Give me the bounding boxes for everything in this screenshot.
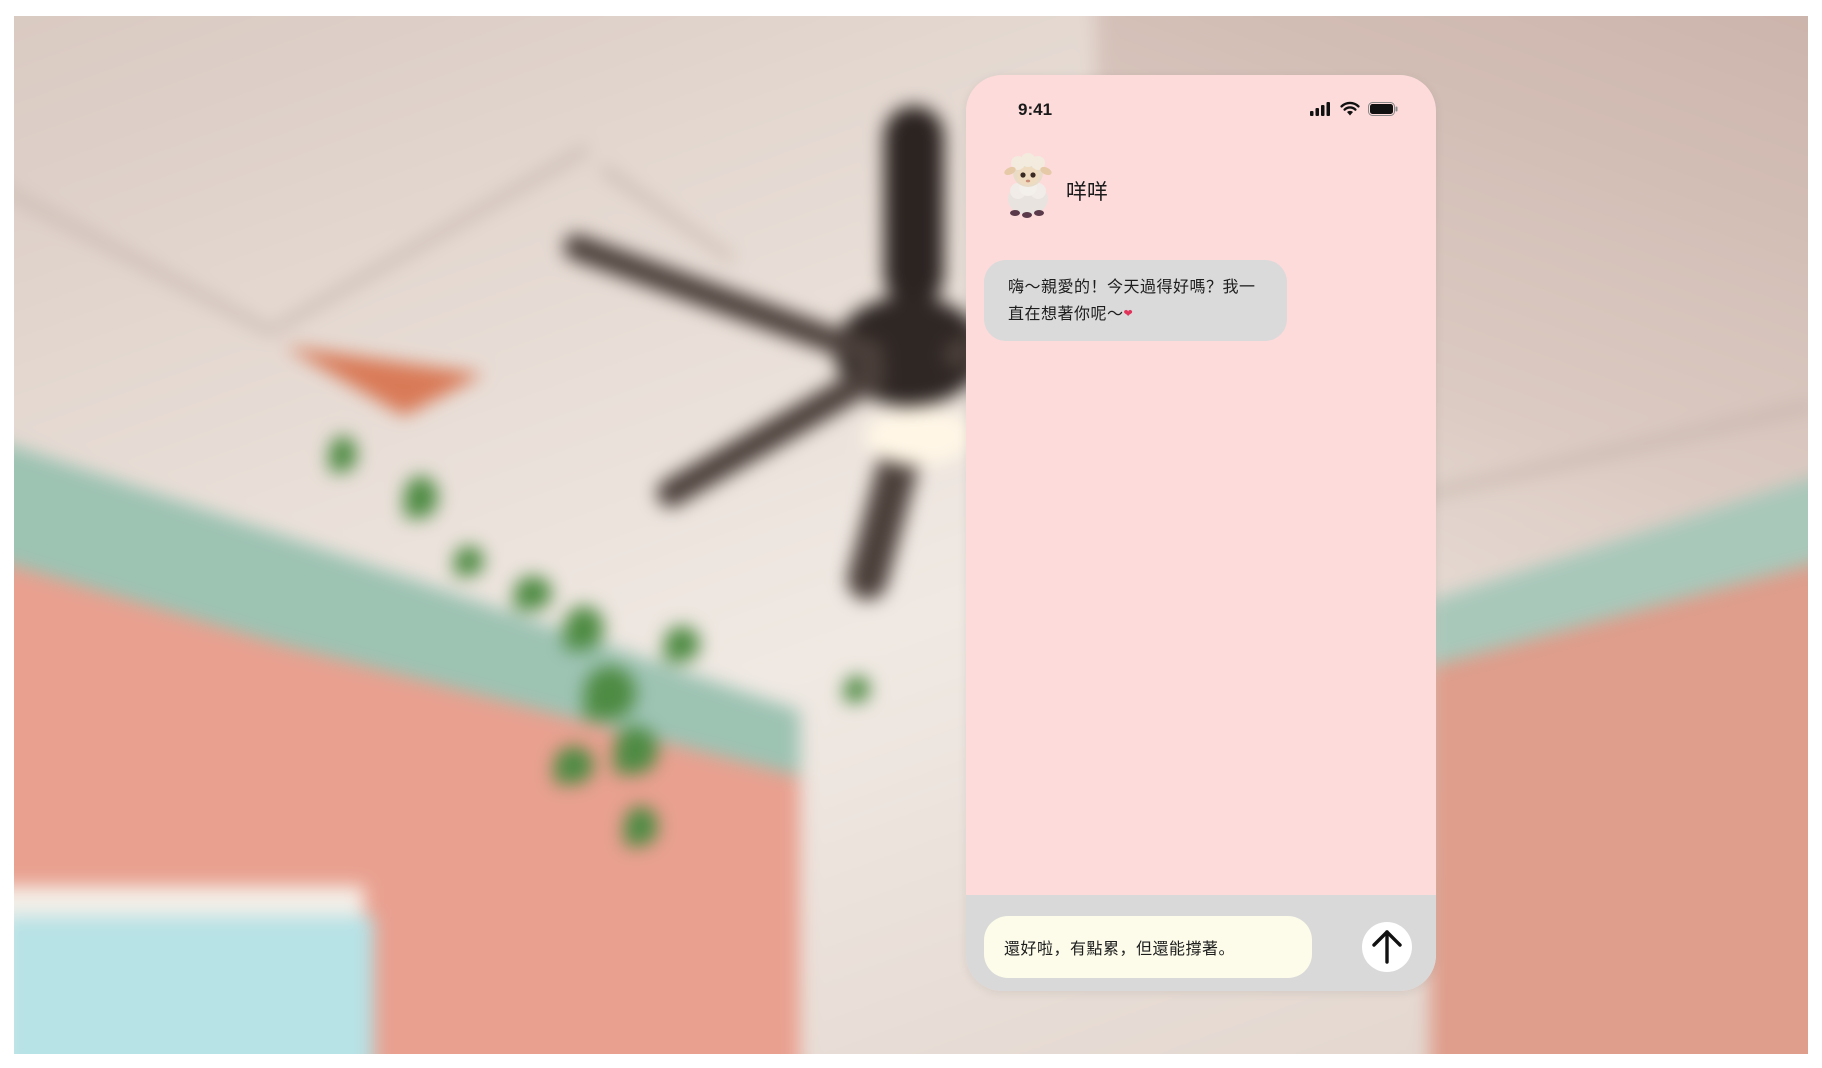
phone-screen: 9:41 咩咩 嗨～親愛的！今天過得好嗎？我一直在想著你呢～❤ 還好啦，有點累，… <box>966 75 1436 991</box>
wifi-icon <box>1340 101 1360 120</box>
cellular-signal-icon <box>1310 101 1332 120</box>
heart-icon: ❤ <box>1123 307 1134 320</box>
message-composer <box>966 895 1436 991</box>
send-button[interactable] <box>1362 922 1412 972</box>
status-icons <box>1310 101 1398 120</box>
message-input[interactable] <box>984 916 1312 978</box>
sheep-avatar[interactable] <box>1000 153 1056 219</box>
contact-name: 咩咩 <box>1066 180 1108 204</box>
message-list: 嗨～親愛的！今天過得好嗎？我一直在想著你呢～❤ <box>984 260 1418 341</box>
background-photo <box>14 16 1808 1054</box>
incoming-message-bubble: 嗨～親愛的！今天過得好嗎？我一直在想著你呢～❤ <box>984 260 1287 341</box>
status-time: 9:41 <box>1018 100 1053 119</box>
status-bar: 9:41 <box>966 75 1436 145</box>
battery-icon <box>1368 101 1398 120</box>
arrow-up-icon <box>1371 928 1403 967</box>
chat-header: 咩咩 <box>1000 153 1108 219</box>
